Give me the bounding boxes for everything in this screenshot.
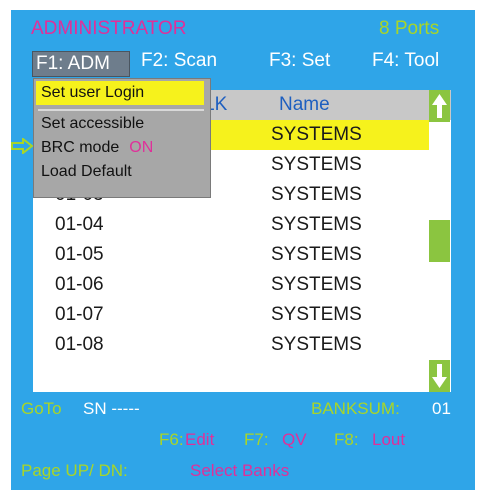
port-name: SYSTEMS [271, 154, 362, 175]
port-name: SYSTEMS [271, 124, 362, 145]
banksum-label: BANKSUM: [311, 399, 400, 418]
menu-item-set-accessible[interactable]: Set accessible [41, 115, 144, 133]
arrow-down-icon [432, 364, 447, 388]
menu-f3-set[interactable]: F3: Set [269, 50, 330, 72]
menu-divider [38, 109, 204, 111]
f6-edit-action[interactable]: Edit [185, 430, 214, 450]
ports-count: 8 Ports [379, 18, 440, 39]
sn-field[interactable]: SN ----- [83, 399, 140, 419]
port-name: SYSTEMS [271, 274, 362, 295]
port-number: 01-08 [55, 334, 104, 355]
goto-label[interactable]: GoTo [21, 399, 62, 419]
port-name: SYSTEMS [271, 214, 362, 235]
f7-qv-action[interactable]: QV [282, 430, 307, 450]
port-name: SYSTEMS [271, 184, 362, 205]
page-title: ADMINISTRATOR [31, 18, 187, 39]
menu-item-label: Set user Login [41, 84, 145, 101]
page-updn-label: Page UP/ DN: [21, 461, 128, 480]
port-name: SYSTEMS [271, 244, 362, 265]
menu-item-set-user-login[interactable]: Set user Login [36, 81, 204, 105]
list-row-8[interactable]: 01-08 SYSTEMS [33, 330, 429, 360]
header-name: Name [279, 94, 330, 115]
f8-key-label: F8: [334, 430, 359, 449]
f6-key-label: F6: [159, 430, 184, 449]
menu-f4-tool[interactable]: F4: Tool [372, 50, 439, 72]
arrow-right-outline-icon [11, 138, 33, 154]
list-row-5[interactable]: 01-05 SYSTEMS [33, 240, 429, 270]
port-name: SYSTEMS [271, 304, 362, 325]
list-row-6[interactable]: 01-06 SYSTEMS [33, 270, 429, 300]
menu-item-brc-mode[interactable]: BRC mode ON [41, 139, 153, 157]
scroll-up-button[interactable] [429, 90, 450, 122]
f7-key-label: F7: [244, 430, 269, 449]
scrollbar-thumb[interactable] [429, 220, 450, 262]
brc-state: ON [129, 139, 154, 156]
menu-item-label: BRC mode [41, 139, 120, 156]
menu-f1-adm[interactable]: F1: ADM [32, 51, 130, 77]
menu-item-load-default[interactable]: Load Default [41, 163, 132, 181]
port-number: 01-06 [55, 274, 104, 295]
port-number: 01-05 [55, 244, 104, 265]
menu-f2-scan[interactable]: F2: Scan [141, 50, 217, 72]
arrow-up-icon [432, 94, 447, 118]
adm-dropdown-menu: Set user Login Set accessible BRC mode ON… [33, 78, 211, 198]
port-number: 01-04 [55, 214, 104, 235]
select-banks-action[interactable]: Select Banks [190, 461, 289, 481]
port-name: SYSTEMS [271, 334, 362, 355]
kvm-osd-window: ADMINISTRATOR 8 Ports F1: ADM F2: Scan F… [11, 10, 475, 490]
list-row-4[interactable]: 01-04 SYSTEMS [33, 210, 429, 240]
list-row-7[interactable]: 01-07 SYSTEMS [33, 300, 429, 330]
f8-lout-action[interactable]: Lout [372, 430, 405, 450]
banksum-value: 01 [432, 399, 451, 418]
scroll-down-button[interactable] [429, 360, 450, 392]
port-number: 01-07 [55, 304, 104, 325]
